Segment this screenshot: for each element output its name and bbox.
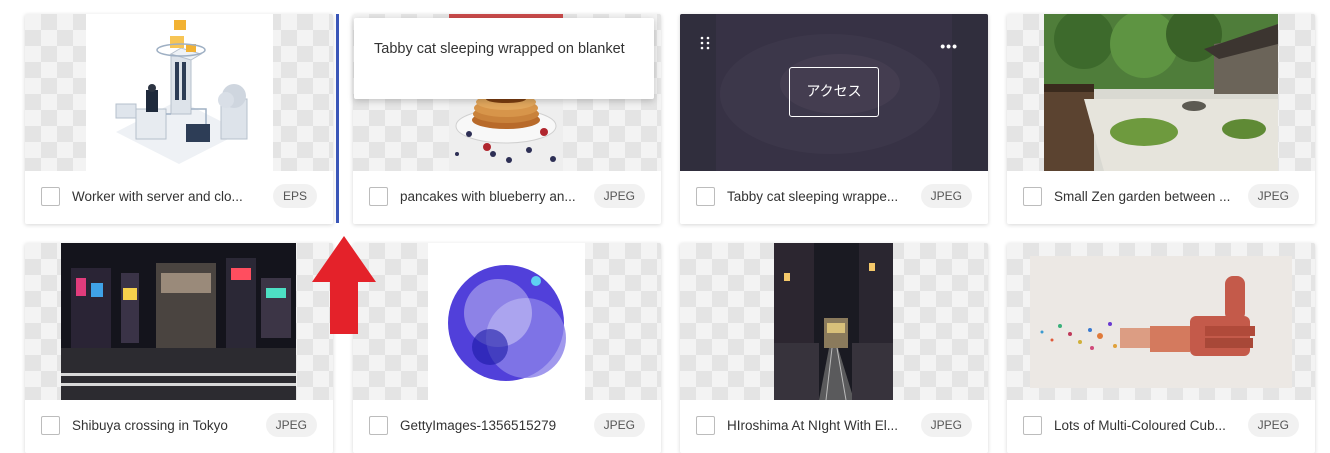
drag-preview-tooltip: Tabby cat sleeping wrapped on blanket	[354, 18, 654, 99]
select-checkbox[interactable]	[696, 187, 715, 206]
asset-thumbnail[interactable]	[25, 14, 333, 171]
asset-title: Small Zen garden between ...	[1054, 189, 1231, 204]
asset-title: Shibuya crossing in Tokyo	[72, 418, 228, 433]
asset-title: Lots of Multi-Coloured Cub...	[1054, 418, 1226, 433]
asset-card-footer: HIroshima At NIght With El... JPEG	[680, 400, 988, 453]
select-checkbox[interactable]	[369, 187, 388, 206]
asset-card-7[interactable]: HIroshima At NIght With El... JPEG	[680, 243, 988, 453]
asset-card-8[interactable]: Lots of Multi-Coloured Cub... JPEG	[1007, 243, 1315, 453]
select-checkbox[interactable]	[41, 187, 60, 206]
shibuya-crossing-image	[61, 243, 296, 400]
asset-card-footer: Shibuya crossing in Tokyo JPEG	[25, 400, 333, 453]
access-button[interactable]: アクセス	[789, 67, 879, 117]
asset-thumbnail[interactable]	[1007, 243, 1315, 400]
asset-card-1[interactable]: Worker with server and clo... EPS	[25, 14, 333, 224]
asset-thumbnail[interactable]	[25, 243, 333, 400]
asset-card-footer: Tabby cat sleeping wrappe... JPEG	[680, 171, 988, 224]
hiroshima-night-image	[774, 243, 893, 400]
asset-card-6[interactable]: GettyImages-1356515279 JPEG	[353, 243, 661, 453]
asset-card-3[interactable]: ••• アクセス Tabby cat sleeping wrappe... JP…	[680, 14, 988, 224]
more-options-icon[interactable]: •••	[940, 38, 958, 54]
asset-title: Worker with server and clo...	[72, 189, 243, 204]
asset-title: Tabby cat sleeping wrappe...	[727, 189, 899, 204]
asset-card-5[interactable]: Shibuya crossing in Tokyo JPEG	[25, 243, 333, 453]
format-badge: JPEG	[593, 184, 645, 208]
asset-card-footer: Worker with server and clo... EPS	[25, 171, 333, 224]
server-illustration-image	[86, 14, 273, 171]
select-checkbox[interactable]	[369, 416, 388, 435]
select-checkbox[interactable]	[1023, 187, 1042, 206]
up-arrow-icon	[312, 236, 376, 334]
asset-card-footer: GettyImages-1356515279 JPEG	[353, 400, 661, 453]
asset-title: HIroshima At NIght With El...	[727, 418, 899, 433]
asset-title: GettyImages-1356515279	[400, 418, 557, 433]
thumbs-up-cubes-image	[1030, 256, 1292, 388]
drop-position-indicator	[336, 14, 339, 223]
format-badge: EPS	[272, 184, 317, 208]
asset-thumbnail[interactable]	[1007, 14, 1315, 171]
asset-thumbnail[interactable]	[680, 243, 988, 400]
format-badge: JPEG	[593, 413, 645, 437]
select-checkbox[interactable]	[696, 416, 715, 435]
format-badge: JPEG	[1247, 184, 1299, 208]
asset-thumbnail[interactable]: ••• アクセス	[680, 14, 988, 171]
hover-overlay: ••• アクセス	[680, 14, 988, 171]
asset-thumbnail[interactable]	[353, 243, 661, 400]
select-checkbox[interactable]	[1023, 416, 1042, 435]
asset-card-footer: Small Zen garden between ... JPEG	[1007, 171, 1315, 224]
asset-card-4[interactable]: Small Zen garden between ... JPEG	[1007, 14, 1315, 224]
asset-card-footer: pancakes with blueberry an... JPEG	[353, 171, 661, 224]
select-checkbox[interactable]	[41, 416, 60, 435]
asset-card-footer: Lots of Multi-Coloured Cub... JPEG	[1007, 400, 1315, 453]
drag-handle-icon[interactable]	[700, 36, 710, 50]
format-badge: JPEG	[265, 413, 317, 437]
format-badge: JPEG	[1247, 413, 1299, 437]
zen-garden-image	[1044, 14, 1278, 171]
asset-title: pancakes with blueberry an...	[400, 189, 576, 204]
format-badge: JPEG	[920, 413, 972, 437]
format-badge: JPEG	[920, 184, 972, 208]
abstract-logo-image	[428, 243, 585, 400]
